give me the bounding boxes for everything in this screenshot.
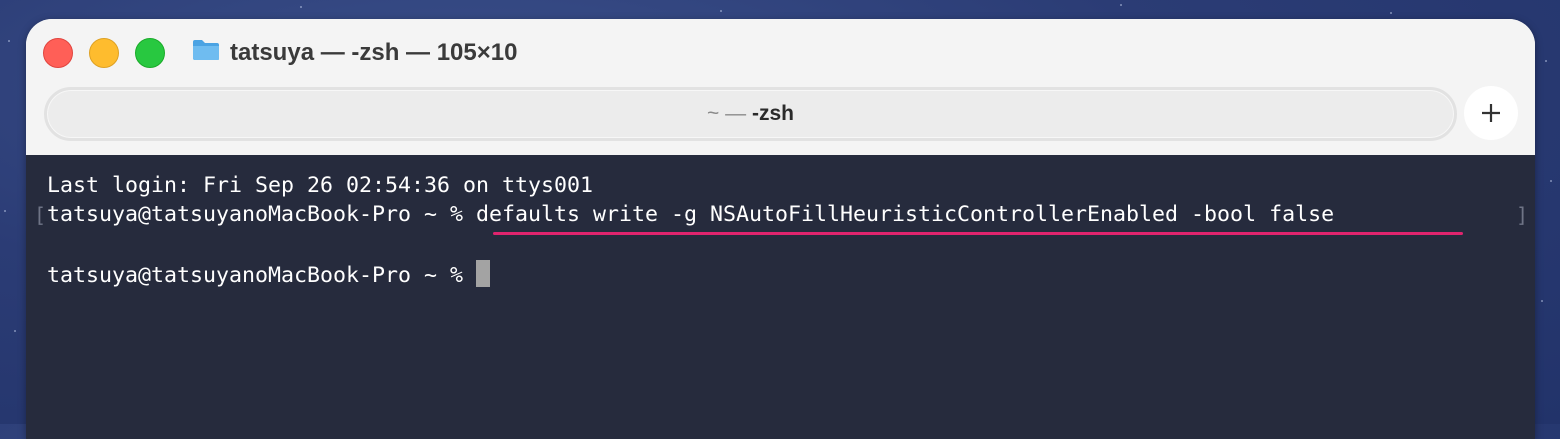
prompt: tatsuya@tatsuyanoMacBook-Pro ~ % xyxy=(47,263,477,288)
mark-bracket-close: ] xyxy=(1516,203,1529,227)
command-text: defaults write -g NSAutoFillHeuristicCon… xyxy=(476,202,1335,227)
new-tab-button[interactable] xyxy=(1464,86,1518,140)
title-bar: tatsuya — -zsh — 105×10 ~ — -zsh xyxy=(26,19,1535,155)
tab-label-prefix: ~ — xyxy=(707,102,747,125)
tab-label-text: -zsh xyxy=(751,102,794,125)
folder-icon xyxy=(193,40,219,60)
close-button[interactable] xyxy=(43,38,73,68)
text-cursor xyxy=(476,260,491,287)
plus-icon xyxy=(1482,104,1500,122)
current-prompt-line: tatsuya@tatsuyanoMacBook-Pro ~ % xyxy=(47,260,491,290)
command-line: tatsuya@tatsuyanoMacBook-Pro ~ % default… xyxy=(47,200,1334,230)
window-title: tatsuya — -zsh — 105×10 xyxy=(230,39,518,66)
tab-label: ~ — -zsh xyxy=(47,90,1454,138)
last-login-line: Last login: Fri Sep 26 02:54:36 on ttys0… xyxy=(47,173,594,198)
minimize-button[interactable] xyxy=(89,38,119,68)
command-highlight-underline xyxy=(493,232,1463,235)
mark-bracket-open: [ xyxy=(34,203,47,227)
zoom-button[interactable] xyxy=(135,38,165,68)
tab-zsh[interactable]: ~ — -zsh xyxy=(44,87,1457,141)
terminal-output[interactable]: Last login: Fri Sep 26 02:54:36 on ttys0… xyxy=(26,155,1535,439)
terminal-window: tatsuya — -zsh — 105×10 ~ — -zsh Last lo… xyxy=(26,19,1535,439)
prompt: tatsuya@tatsuyanoMacBook-Pro ~ % xyxy=(47,202,477,227)
